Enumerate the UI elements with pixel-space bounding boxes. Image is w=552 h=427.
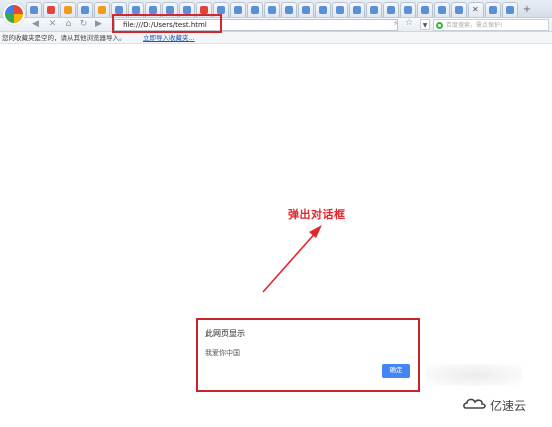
tab-favicon-icon	[217, 6, 225, 14]
tab-favicon-icon	[132, 6, 140, 14]
stop-icon[interactable]: ✕	[47, 19, 58, 30]
browser-tab[interactable]	[60, 2, 76, 17]
tab-favicon-icon	[421, 6, 429, 14]
star-icon[interactable]: ☆	[405, 18, 413, 28]
browser-tab[interactable]	[26, 2, 42, 17]
browser-tab[interactable]	[298, 2, 314, 17]
browser-toolbar: ◀ ✕ ⌂ ↻ ▶ file:///D:/Users/test.html ⚡ ☆…	[0, 18, 552, 32]
tab-favicon-icon	[506, 6, 514, 14]
search-box[interactable]: 百度搜索，需点保护!	[433, 19, 549, 31]
tab-favicon-icon	[455, 6, 463, 14]
tab-favicon-icon	[149, 6, 157, 14]
tab-favicon-icon	[319, 6, 327, 14]
favorites-empty-message: 您的收藏夹是空的，请从其他浏览器导入。	[2, 34, 126, 42]
tab-favicon-icon	[200, 6, 208, 14]
annotation-label: 弹出对话框	[288, 208, 346, 221]
tab-favicon-icon	[64, 6, 72, 14]
dialog-message: 我爱你中国	[205, 349, 240, 357]
address-highlight-box	[112, 14, 222, 33]
tab-favicon-icon	[81, 6, 89, 14]
cloud-logo-icon	[463, 398, 486, 409]
search-engine-icon	[436, 22, 443, 29]
tab-favicon-icon	[98, 6, 106, 14]
browser-tab[interactable]	[43, 2, 59, 17]
browser-tab[interactable]: ✕	[468, 2, 484, 17]
search-placeholder[interactable]: 百度搜索，需点保护!	[446, 20, 502, 31]
browser-tab[interactable]	[332, 2, 348, 17]
tab-list: ✕ +	[26, 2, 536, 17]
tab-favicon-icon	[234, 6, 242, 14]
browser-tab[interactable]	[502, 2, 518, 17]
browser-tab[interactable]	[230, 2, 246, 17]
alert-dialog: 此网页显示 我爱你中国 确定	[200, 322, 416, 388]
browser-tab[interactable]	[485, 2, 501, 17]
tab-favicon-icon	[438, 6, 446, 14]
browser-tab[interactable]	[400, 2, 416, 17]
tab-favicon-icon	[370, 6, 378, 14]
tab-favicon-icon	[285, 6, 293, 14]
browser-tab[interactable]	[434, 2, 450, 17]
tab-favicon-icon	[268, 6, 276, 14]
tab-favicon-icon	[183, 6, 191, 14]
tab-favicon-icon	[30, 6, 38, 14]
tab-favicon-icon	[302, 6, 310, 14]
close-icon: ✕	[472, 5, 479, 14]
browser-tab[interactable]	[451, 2, 467, 17]
favorites-bar: 您的收藏夹是空的，请从其他浏览器导入。 立即导入收藏夹...	[0, 32, 552, 44]
browser-tab[interactable]	[349, 2, 365, 17]
browser-tab[interactable]	[281, 2, 297, 17]
home-icon[interactable]: ⌂	[63, 19, 74, 30]
tab-favicon-icon	[251, 6, 259, 14]
tab-strip: ✕ +	[0, 0, 552, 25]
tab-favicon-icon	[166, 6, 174, 14]
refresh-icon[interactable]: ↻	[78, 19, 89, 30]
tab-favicon-icon	[353, 6, 361, 14]
browser-tab[interactable]	[383, 2, 399, 17]
new-tab-icon[interactable]: +	[519, 2, 535, 17]
blurred-region	[426, 364, 522, 386]
forward-icon[interactable]: ▶	[93, 19, 104, 30]
browser-tab[interactable]	[315, 2, 331, 17]
tab-favicon-icon	[387, 6, 395, 14]
browser-tab[interactable]	[417, 2, 433, 17]
browser-tab[interactable]	[94, 2, 110, 17]
browser-tab[interactable]	[247, 2, 263, 17]
tab-favicon-icon	[115, 6, 123, 14]
tab-favicon-icon	[336, 6, 344, 14]
browser-logo-icon[interactable]	[3, 3, 25, 25]
dialog-title: 此网页显示	[205, 329, 245, 338]
back-icon[interactable]: ◀	[30, 19, 41, 30]
browser-tab[interactable]	[366, 2, 382, 17]
import-favorites-link[interactable]: 立即导入收藏夹...	[143, 32, 195, 44]
lightning-icon[interactable]: ⚡	[393, 19, 399, 28]
tab-favicon-icon	[404, 6, 412, 14]
watermark-text: 亿速云	[490, 399, 527, 413]
tab-favicon-icon	[47, 6, 55, 14]
tab-favicon-icon	[489, 6, 497, 14]
chevron-down-icon[interactable]: ▼	[420, 19, 430, 30]
ok-button[interactable]: 确定	[382, 364, 410, 378]
browser-tab[interactable]	[264, 2, 280, 17]
browser-tab[interactable]	[77, 2, 93, 17]
